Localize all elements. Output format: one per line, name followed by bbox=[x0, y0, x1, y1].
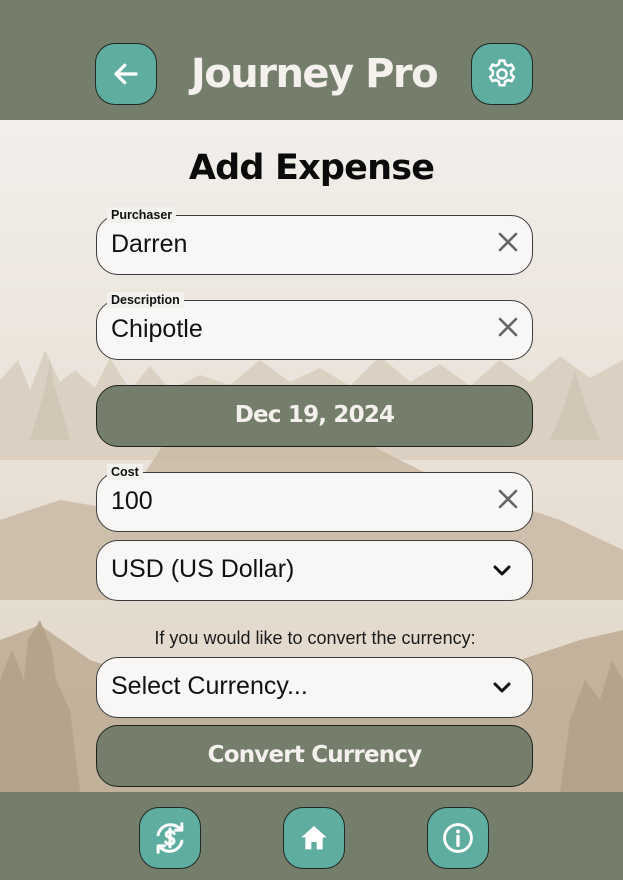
chevron-down-icon bbox=[492, 678, 512, 698]
date-picker-button[interactable]: Dec 19, 2024 bbox=[96, 385, 533, 447]
close-icon bbox=[498, 489, 518, 513]
clear-description-button[interactable] bbox=[494, 315, 522, 343]
gear-icon bbox=[485, 57, 519, 91]
currency-exchange-icon bbox=[151, 819, 189, 857]
chevron-down-icon bbox=[492, 561, 512, 581]
bottom-nav bbox=[0, 792, 623, 880]
home-icon bbox=[298, 822, 330, 854]
description-field[interactable]: Description Chipotle bbox=[96, 292, 533, 360]
clear-purchaser-button[interactable] bbox=[494, 230, 522, 258]
back-button[interactable] bbox=[95, 43, 157, 105]
app-title: Journey Pro bbox=[190, 51, 439, 97]
close-icon bbox=[498, 317, 518, 341]
cost-value: 100 bbox=[111, 487, 153, 515]
page-title: Add Expense bbox=[188, 148, 435, 188]
info-icon bbox=[441, 821, 475, 855]
purchaser-field[interactable]: Purchaser Darren bbox=[96, 207, 533, 275]
description-value: Chipotle bbox=[111, 315, 203, 343]
convert-hint-text: If you would like to convert the currenc… bbox=[154, 628, 476, 648]
target-currency-select[interactable]: Select Currency... bbox=[96, 657, 533, 718]
settings-button[interactable] bbox=[471, 43, 533, 105]
convert-currency-button[interactable]: Convert Currency bbox=[96, 725, 533, 787]
target-currency-select-value: Select Currency... bbox=[111, 672, 308, 700]
cost-field[interactable]: Cost 100 bbox=[96, 464, 533, 532]
currency-select-value: USD (US Dollar) bbox=[111, 555, 295, 583]
arrow-left-icon bbox=[111, 59, 141, 89]
close-icon bbox=[498, 232, 518, 256]
nav-home-button[interactable] bbox=[283, 807, 345, 869]
nav-currency-exchange-button[interactable] bbox=[139, 807, 201, 869]
purchaser-value: Darren bbox=[111, 230, 188, 258]
app-header: Journey Pro bbox=[0, 0, 623, 120]
clear-cost-button[interactable] bbox=[494, 487, 522, 515]
nav-info-button[interactable] bbox=[427, 807, 489, 869]
currency-select[interactable]: USD (US Dollar) bbox=[96, 540, 533, 601]
